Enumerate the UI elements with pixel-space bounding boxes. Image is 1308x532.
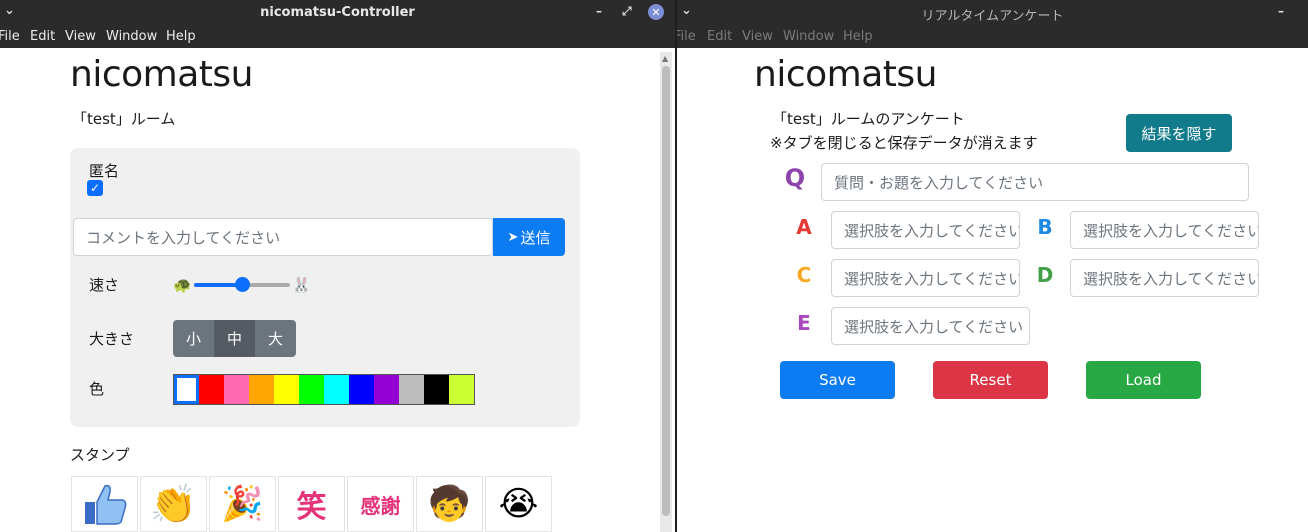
window-title: nicomatsu-Controller [260,5,415,20]
boy-crying-icon: 😭 [498,484,539,524]
color-label: 色 [89,380,105,398]
send-button[interactable]: ➤ 送信 [493,218,565,256]
menu-edit[interactable]: Edit [707,29,732,44]
menu-file[interactable]: File [0,29,20,44]
choice-c-input[interactable]: 選択肢を入力してください [831,259,1020,297]
party-popper-stamp[interactable]: 🎉 [209,476,276,532]
window-title: リアルタイムアンケート [921,9,1064,24]
paper-plane-icon: ➤ [507,229,519,245]
survey-content: nicomatsu 「test」ルームのアンケート ※タブを閉じると保存データが… [677,48,1308,532]
scroll-up-icon[interactable]: ▲ [662,54,668,63]
logo: nicomatsu [754,54,937,95]
anonymous-label: 匿名 [89,162,120,180]
c-icon: C [796,263,812,287]
question-input[interactable]: 質問・お題を入力してください [821,163,1249,201]
survey-window: ⌄ リアルタイムアンケート – File Edit View Window He… [677,0,1308,532]
choice-d-input[interactable]: 選択肢を入力してください [1070,259,1259,297]
color-swatch[interactable] [224,375,249,404]
menu-help[interactable]: Help [843,29,873,44]
boy-crying-stamp[interactable]: 😭 [485,476,552,532]
b-icon: B [1037,215,1053,239]
load-button[interactable]: Load [1086,361,1201,399]
warning-text: ※タブを閉じると保存データが消えます [770,134,1038,152]
menu-help[interactable]: Help [166,29,196,44]
speed-slider[interactable] [194,277,290,292]
speed-slider-thumb[interactable] [235,277,250,292]
survey-title: 「test」ルームのアンケート [772,110,965,128]
size-medium-button[interactable]: 中 [214,320,255,357]
menu-window[interactable]: Window [783,29,834,44]
boy-surprised-icon: 🧒 [428,484,471,524]
menu-bar: File Edit View Window Help [677,26,1308,48]
size-button-group: 小 中 大 [173,320,296,357]
anonymous-checkbox[interactable]: ✓ [87,180,103,196]
turtle-icon: 🐢 [173,276,192,294]
menu-view[interactable]: View [742,29,773,44]
color-swatch[interactable] [249,375,274,404]
boy-stamp[interactable]: 🧒 [416,476,483,532]
clapping-hands-icon: 👏 [149,481,198,526]
scrollbar[interactable]: ▲ [660,52,672,532]
title-bar: ⌄ リアルタイムアンケート – [677,0,1308,26]
menu-bar: File Edit View Window Help [0,26,675,48]
minimize-icon[interactable]: – [1278,4,1284,18]
minimize-icon[interactable]: – [596,4,602,18]
color-swatch[interactable] [424,375,449,404]
controller-content: nicomatsu 「test」ルーム 匿名 ✓ コメントを入力してください ➤… [0,48,675,532]
size-label: 大きさ [89,330,135,348]
logo: nicomatsu [70,54,253,95]
color-swatch[interactable] [374,375,399,404]
room-name: 「test」ルーム [72,110,176,128]
clapping-stamp[interactable]: 👏 [140,476,207,532]
thumbs-up-icon [84,484,126,525]
comment-panel: 匿名 ✓ コメントを入力してください ➤ 送信 速さ 🐢 🐰 大きさ 小 中 大 … [70,148,580,427]
color-swatch[interactable] [199,375,224,404]
e-icon: E [797,311,811,335]
color-swatch[interactable] [349,375,374,404]
warai-stamp[interactable]: 笑 [278,476,345,532]
size-large-button[interactable]: 大 [255,320,296,357]
color-swatch[interactable] [174,375,199,404]
reset-button[interactable]: Reset [933,361,1048,399]
menu-view[interactable]: View [65,29,96,44]
q-icon: Q [784,164,806,192]
choice-e-input[interactable]: 選択肢を入力してください [831,307,1030,345]
color-swatch[interactable] [299,375,324,404]
controller-window: ⌄ nicomatsu-Controller – ⤢ ✕ File Edit V… [0,0,675,532]
comment-input[interactable]: コメントを入力してください [73,218,493,256]
color-palette [173,374,475,405]
speed-label: 速さ [89,276,120,294]
color-swatch[interactable] [399,375,424,404]
choice-a-input[interactable]: 選択肢を入力してください [831,211,1020,249]
size-small-button[interactable]: 小 [173,320,214,357]
title-bar: ⌄ nicomatsu-Controller – ⤢ ✕ [0,0,675,26]
d-icon: D [1036,263,1054,287]
menu-window[interactable]: Window [106,29,157,44]
menu-edit[interactable]: Edit [30,29,55,44]
scrollbar-thumb[interactable] [662,66,670,516]
hide-results-button[interactable]: 結果を隠す [1126,114,1232,152]
color-swatch[interactable] [324,375,349,404]
choice-b-input[interactable]: 選択肢を入力してください [1070,211,1259,249]
color-swatch[interactable] [449,375,474,404]
menu-file[interactable]: File [677,29,696,44]
stamp-label: スタンプ [70,446,130,464]
rabbit-icon: 🐰 [292,276,311,294]
a-icon: A [796,215,812,239]
color-swatch[interactable] [274,375,299,404]
close-icon[interactable]: ✕ [648,4,664,20]
save-button[interactable]: Save [780,361,895,399]
party-popper-icon: 🎉 [221,484,264,524]
kansha-text: 感謝 [360,493,401,518]
maximize-icon[interactable]: ⤢ [622,4,632,19]
warai-text: 笑 [296,490,327,525]
kansha-stamp[interactable]: 感謝 [347,476,414,532]
send-label: 送信 [520,228,551,247]
thumbs-up-stamp[interactable] [71,476,138,532]
